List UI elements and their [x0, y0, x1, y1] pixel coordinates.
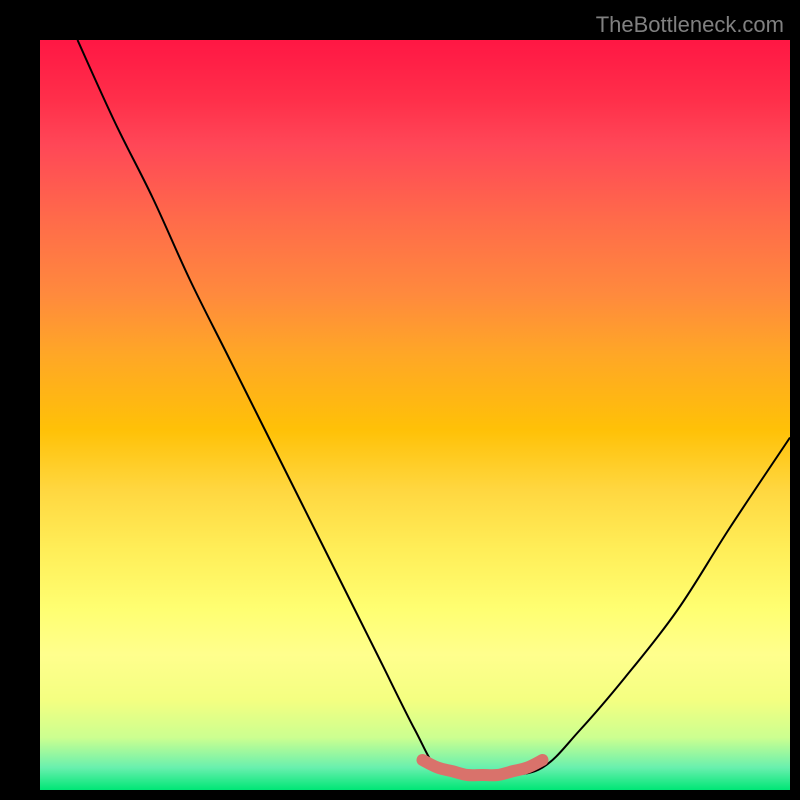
- plot-area: [40, 40, 790, 790]
- attribution-text: TheBottleneck.com: [596, 12, 784, 38]
- chart-container: TheBottleneck.com: [0, 0, 800, 800]
- gradient-background: [40, 40, 790, 790]
